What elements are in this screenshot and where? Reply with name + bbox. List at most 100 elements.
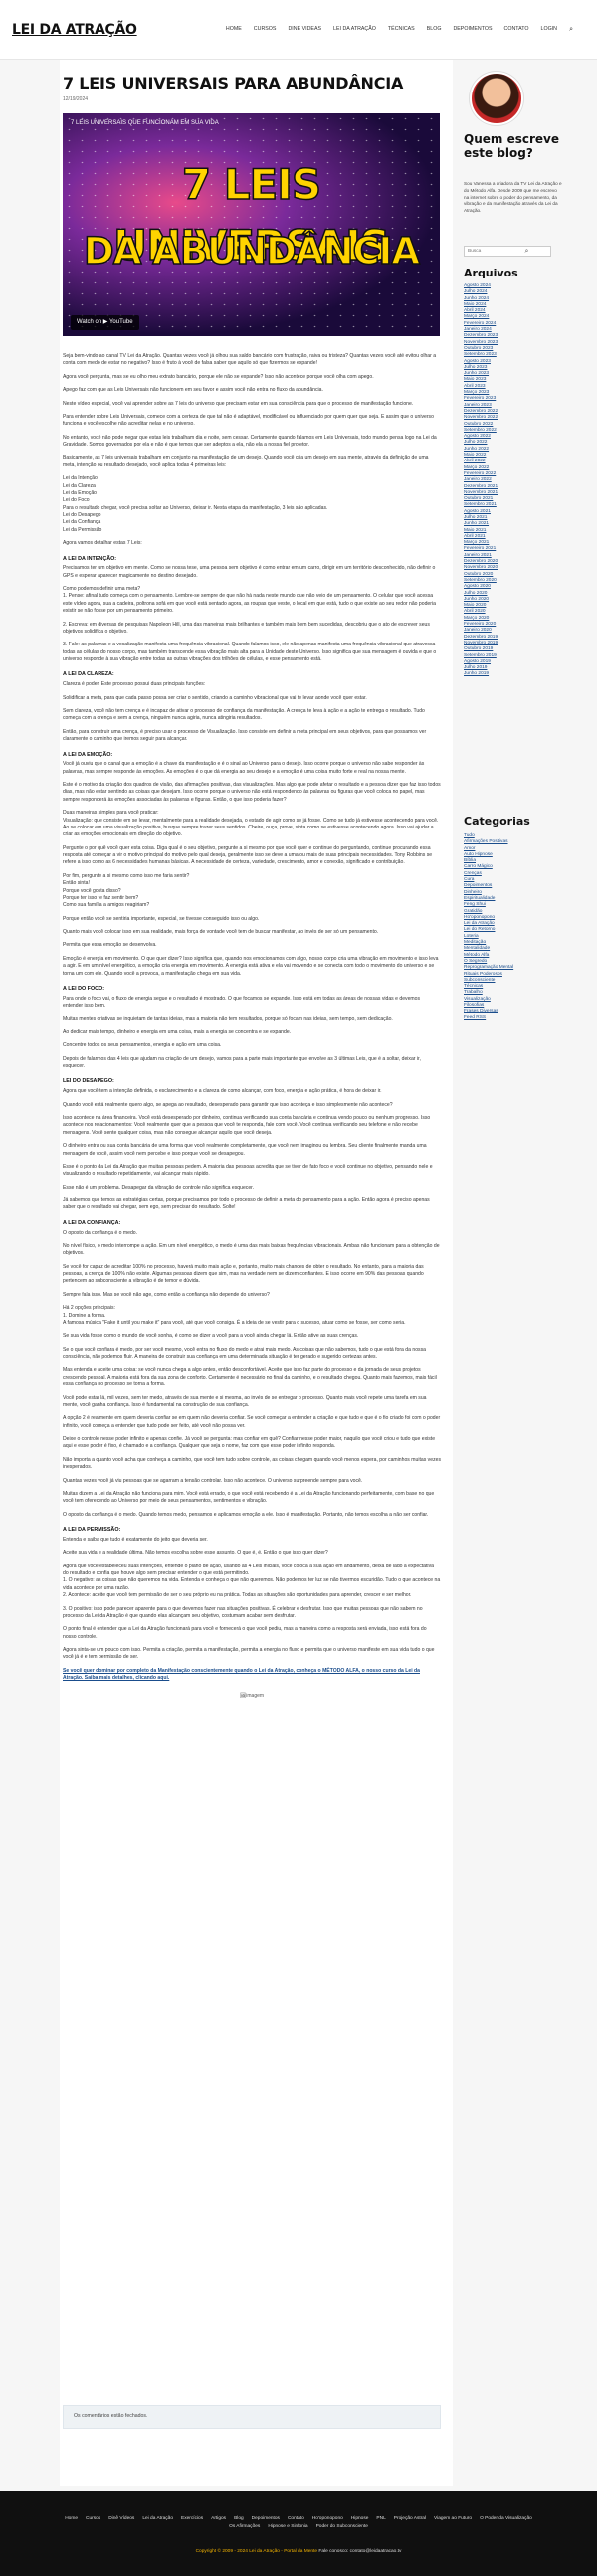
footer-nav-item[interactable]: Ho'oponopono (312, 2515, 343, 2523)
paragraph: Agora que você tem a intenção definida, … (63, 1088, 382, 1095)
footer-nav-item[interactable]: Contato (288, 2515, 304, 2523)
paragraph: A opção 2 é realmente em quem deveria co… (63, 1415, 441, 1429)
nav-item[interactable]: CURSOS (254, 26, 277, 34)
paragraph: Então, para construir uma crença, é prec… (63, 728, 427, 743)
sidebar-about-heading: Quem escreve este blog? (464, 132, 559, 160)
paragraph: O oposto da confiança é o medo. (63, 1229, 138, 1236)
nav-item[interactable]: LOGIN (541, 26, 557, 34)
paragraph: Se o que você confiara é medo, por ser v… (63, 1346, 426, 1361)
paragraph: 3. O positivo: isso pode parecer aparent… (63, 1605, 423, 1619)
footer-nav-item[interactable]: Viagem ao Futuro (434, 2515, 472, 2523)
section-heading: LEI DO DESAPEGO: (63, 1078, 114, 1085)
archive-link[interactable]: Junho 2019 (464, 671, 563, 677)
main-nav: Home CURSOS DINÉ VIDEAS LEI DA ATRAÇÃO TÉCNI… (226, 26, 557, 34)
paragraph: Neste vídeo especial, você vai aprender … (63, 400, 414, 407)
site-footer: Home Cursos Dinê Vídeos Lei da Atração Exerc… (0, 2491, 597, 2576)
footer-nav-item[interactable]: PNL (376, 2515, 385, 2523)
paragraph: Seja bem-vindo ao canal TV Lei da Atraçã… (63, 353, 437, 367)
footer-copyright: Copyright © 2009 - 2024 Lei da Atração -… (195, 2549, 402, 2554)
video-embed[interactable]: 7 LEIS UNIVERSAIS QUE FUNCIONAM EM SUA V… (63, 113, 440, 336)
paragraph: Emoção é energia em movimento. O que que… (63, 955, 439, 977)
paragraph: O oposto da confiança é o medo. Quando t… (63, 1511, 429, 1518)
sidebar-search-input[interactable] (464, 246, 551, 257)
footer-nav-item[interactable]: Poder do Subconsciente (316, 2523, 368, 2531)
paragraph: Clareza é poder. Este processo possui du… (63, 681, 206, 688)
footer-nav-item[interactable]: Projeção Astral (394, 2515, 426, 2523)
paragraph: Há 2 opções principais: 1. Domine a form… (63, 1305, 406, 1326)
paragraph: Pergunte o por quê você quer esta coisa.… (63, 844, 433, 866)
post-image: 🖼imagem (239, 1692, 265, 1699)
paragraph: Muitas mentes criativas se inquietam de … (63, 1015, 393, 1022)
paragraph: Quanto mais você colocar isso em sua rea… (63, 929, 379, 936)
footer-nav-item[interactable]: Depoimentos (252, 2515, 280, 2523)
sidebar-bio: Sou Vanessa a criadora da TV Lei da Atra… (464, 181, 562, 214)
nav-item[interactable]: LEI DA ATRAÇÃO (333, 26, 376, 34)
paragraph: Concentre todos os seus pensamentos, ene… (63, 1042, 222, 1049)
section-heading: A LEI DA EMOÇÃO: (63, 751, 113, 758)
archives-list: Agosto 2024 Julho 2024 Junho 2024 Maio 2024… (464, 283, 563, 678)
paragraph: Deixe o controle nesse poder infinito e … (63, 1436, 436, 1450)
nav-item[interactable]: Home (226, 26, 242, 34)
nav-item[interactable]: BLOG (427, 26, 442, 34)
footer-nav-item[interactable]: Hipnose e Sinfonia (268, 2523, 307, 2531)
watch-on-youtube-button[interactable]: Watch on ▶ YouTube (71, 315, 139, 330)
paragraph: Sempre fala isso. Mas se você não age, c… (63, 1291, 270, 1298)
footer-nav-item[interactable]: Artigos (211, 2515, 226, 2523)
paragraph: Depois de falarmos das 4 leis que ajudam… (63, 1055, 421, 1070)
footer-nav-item[interactable]: Hipnose (351, 2515, 369, 2523)
paragraph: Esse não é um problema. Desapegar da vib… (63, 1184, 254, 1191)
paragraph: Não importa a quanto você acha que conhe… (63, 1456, 441, 1471)
footer-nav-item[interactable]: Lei da Atração (142, 2515, 173, 2523)
footer-nav-item[interactable]: Os Afirmações (229, 2523, 260, 2531)
paragraph: 2. Escreva: em diversas de pesquisas Nap… (63, 621, 430, 635)
comments-closed-notice: Os comentários estão fechados. (63, 2405, 441, 2429)
post-date: 12/19/2024 (63, 96, 89, 102)
category-link[interactable]: Feed RSS (464, 1015, 563, 1021)
nav-item[interactable]: CONTATO (504, 26, 529, 34)
video-title-line-2: DA ABUNDÂNCIA (83, 229, 420, 273)
video-header-title: 7 LEIS UNIVERSAIS QUE FUNCIONAM EM SUA V… (71, 120, 219, 126)
paragraph: Basicamente, as 7 leis universais trabal… (63, 455, 429, 468)
footer-nav: Home Cursos Dinê Vídeos Lei da Atração Exerc… (60, 2515, 537, 2531)
footer-nav-item[interactable]: Blog (234, 2515, 244, 2523)
post-title: 7 LEIS UNIVERSAIS PARA ABUNDÂNCIA (63, 74, 404, 92)
footer-nav-item[interactable]: Home (65, 2515, 78, 2523)
archives-heading: Arquivos (464, 267, 518, 279)
footer-nav-item[interactable]: Cursos (86, 2515, 100, 2523)
paragraph: Permita que essa emoção se desenvolva. (63, 942, 157, 949)
section-heading: A LEI DO FOCO: (63, 985, 105, 992)
paragraph: Apego faz com que as Leis Universais não… (63, 387, 323, 394)
section-heading: A LEI DA CLAREZA: (63, 671, 114, 678)
paragraph: 3. Fale: as palavras e a vocalização man… (63, 642, 437, 663)
paragraph: Duas maneiras simples para você praticar… (63, 810, 439, 838)
paragraph: Já sabemos que temos as estratégias cert… (63, 1197, 430, 1211)
paragraph: Agora você pergunta, mas se eu olho meu … (63, 373, 374, 380)
paragraph: Quando você está realmente quero algo, s… (63, 1101, 393, 1108)
search-icon[interactable]: ⌕ (569, 25, 573, 35)
section-heading: A LEI DA INTENÇÃO: (63, 555, 117, 562)
footer-nav-item[interactable]: O Poder da Visualização (480, 2515, 532, 2523)
search-icon[interactable]: ⌕ (521, 246, 532, 257)
section-heading: A LEI DA CONFIANÇA: (63, 1219, 121, 1226)
nav-item[interactable]: DINÉ VIDEAS (288, 26, 321, 34)
site-header: LEI DA ATRAÇÃO Home CURSOS DINÉ VIDEAS LEI … (0, 0, 597, 60)
paragraph: Agora sinta-se um pouco com isso. Permit… (63, 1647, 435, 1661)
paragraph: Aceite sua vida e a realidade última. Nã… (63, 1550, 328, 1557)
paragraph: Para onde o foco vai, o fluxo de energia… (63, 995, 421, 1010)
paragraph: Você pode estar lá, mil vezes, sem ter m… (63, 1394, 427, 1408)
paragraph: Você já ouviu que o canal que a emoção é… (63, 761, 425, 775)
categories-heading: Categorias (464, 815, 530, 828)
author-avatar (470, 72, 523, 125)
paragraph: Para entender sobre Leis Universais, com… (63, 413, 434, 428)
paragraph: Muitas dizem a Lei da Atração não funcio… (63, 1490, 435, 1505)
paragraph: Se sua vida fosse como o mundo de você s… (63, 1333, 359, 1340)
promo-link[interactable]: Se você quer dominar por completo da Man… (63, 1668, 420, 1681)
paragraph: Como podemos definir uma meta? 1. Pense:… (63, 586, 436, 615)
footer-nav-item[interactable]: Exercícios (181, 2515, 203, 2523)
footer-nav-item[interactable]: Dinê Vídeos (108, 2515, 134, 2523)
nav-item[interactable]: TÉCNICAS (388, 26, 415, 34)
paragraph: No nível físico, o medo interrompe a açã… (63, 1242, 440, 1257)
site-logo[interactable]: LEI DA ATRAÇÃO (12, 20, 137, 40)
nav-item[interactable]: DEPOIMENTOS (453, 26, 492, 34)
paragraph: Mas entenda e aceite uma coisa: se você … (63, 1367, 437, 1388)
